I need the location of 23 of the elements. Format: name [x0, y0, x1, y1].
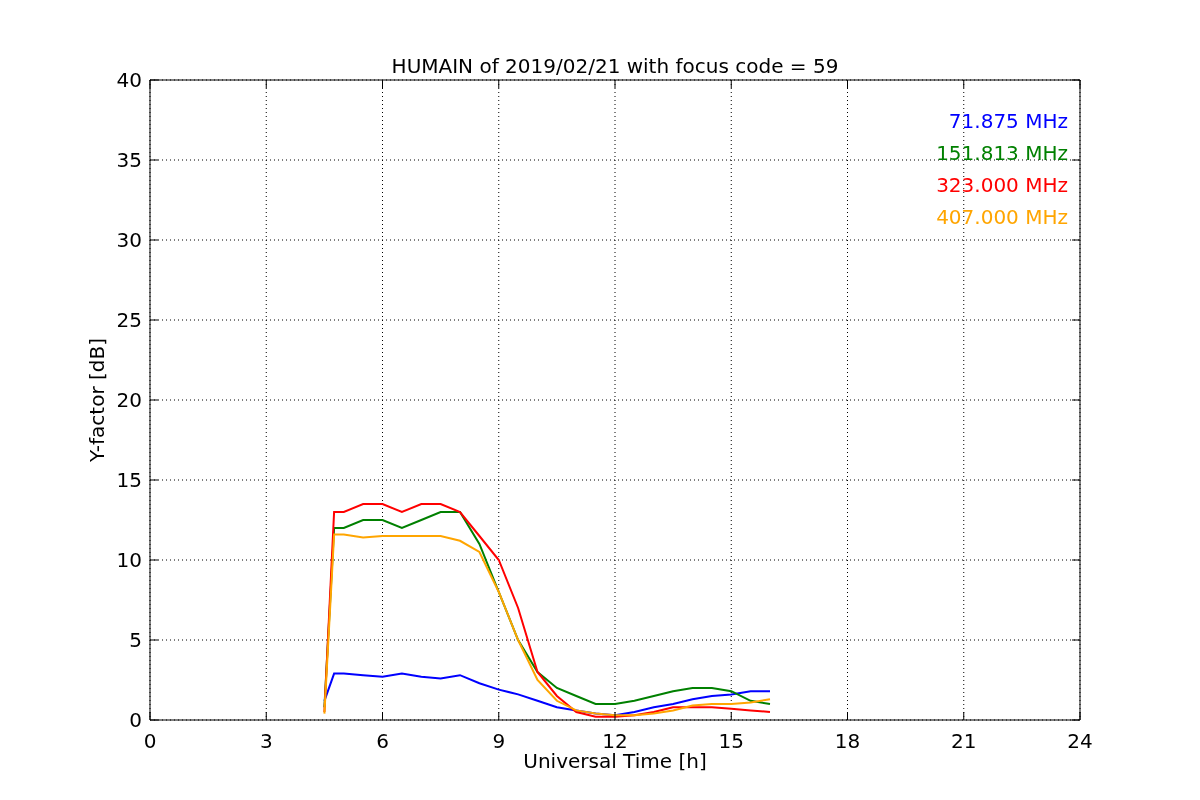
legend-label: 323.000 MHz — [936, 173, 1068, 197]
legend-label: 71.875 MHz — [948, 109, 1068, 133]
x-tick-label: 15 — [718, 729, 744, 753]
y-tick-label: 40 — [116, 68, 142, 92]
y-tick-label: 20 — [116, 388, 142, 412]
y-tick-label: 30 — [116, 228, 142, 252]
x-tick-label: 3 — [259, 729, 273, 753]
x-tick-label: 21 — [951, 729, 977, 753]
legend-label: 407.000 MHz — [936, 205, 1068, 229]
chart-title: HUMAIN of 2019/02/21 with focus code = 59 — [391, 54, 839, 78]
y-tick-label: 15 — [116, 468, 142, 492]
x-tick-label: 18 — [834, 729, 861, 753]
y-tick-label: 10 — [116, 548, 142, 572]
x-tick-label: 9 — [492, 729, 506, 753]
y-axis-label: Y-factor [dB] — [85, 338, 109, 462]
legend-label: 151.813 MHz — [936, 141, 1068, 165]
y-tick-label: 25 — [116, 308, 142, 332]
y-tick-label: 35 — [116, 148, 142, 172]
y-tick-label: 0 — [129, 708, 142, 732]
x-tick-label: 24 — [1067, 729, 1093, 753]
y-tick-label: 5 — [129, 628, 142, 652]
x-tick-label: 6 — [376, 729, 389, 753]
x-tick-label: 0 — [143, 729, 157, 753]
